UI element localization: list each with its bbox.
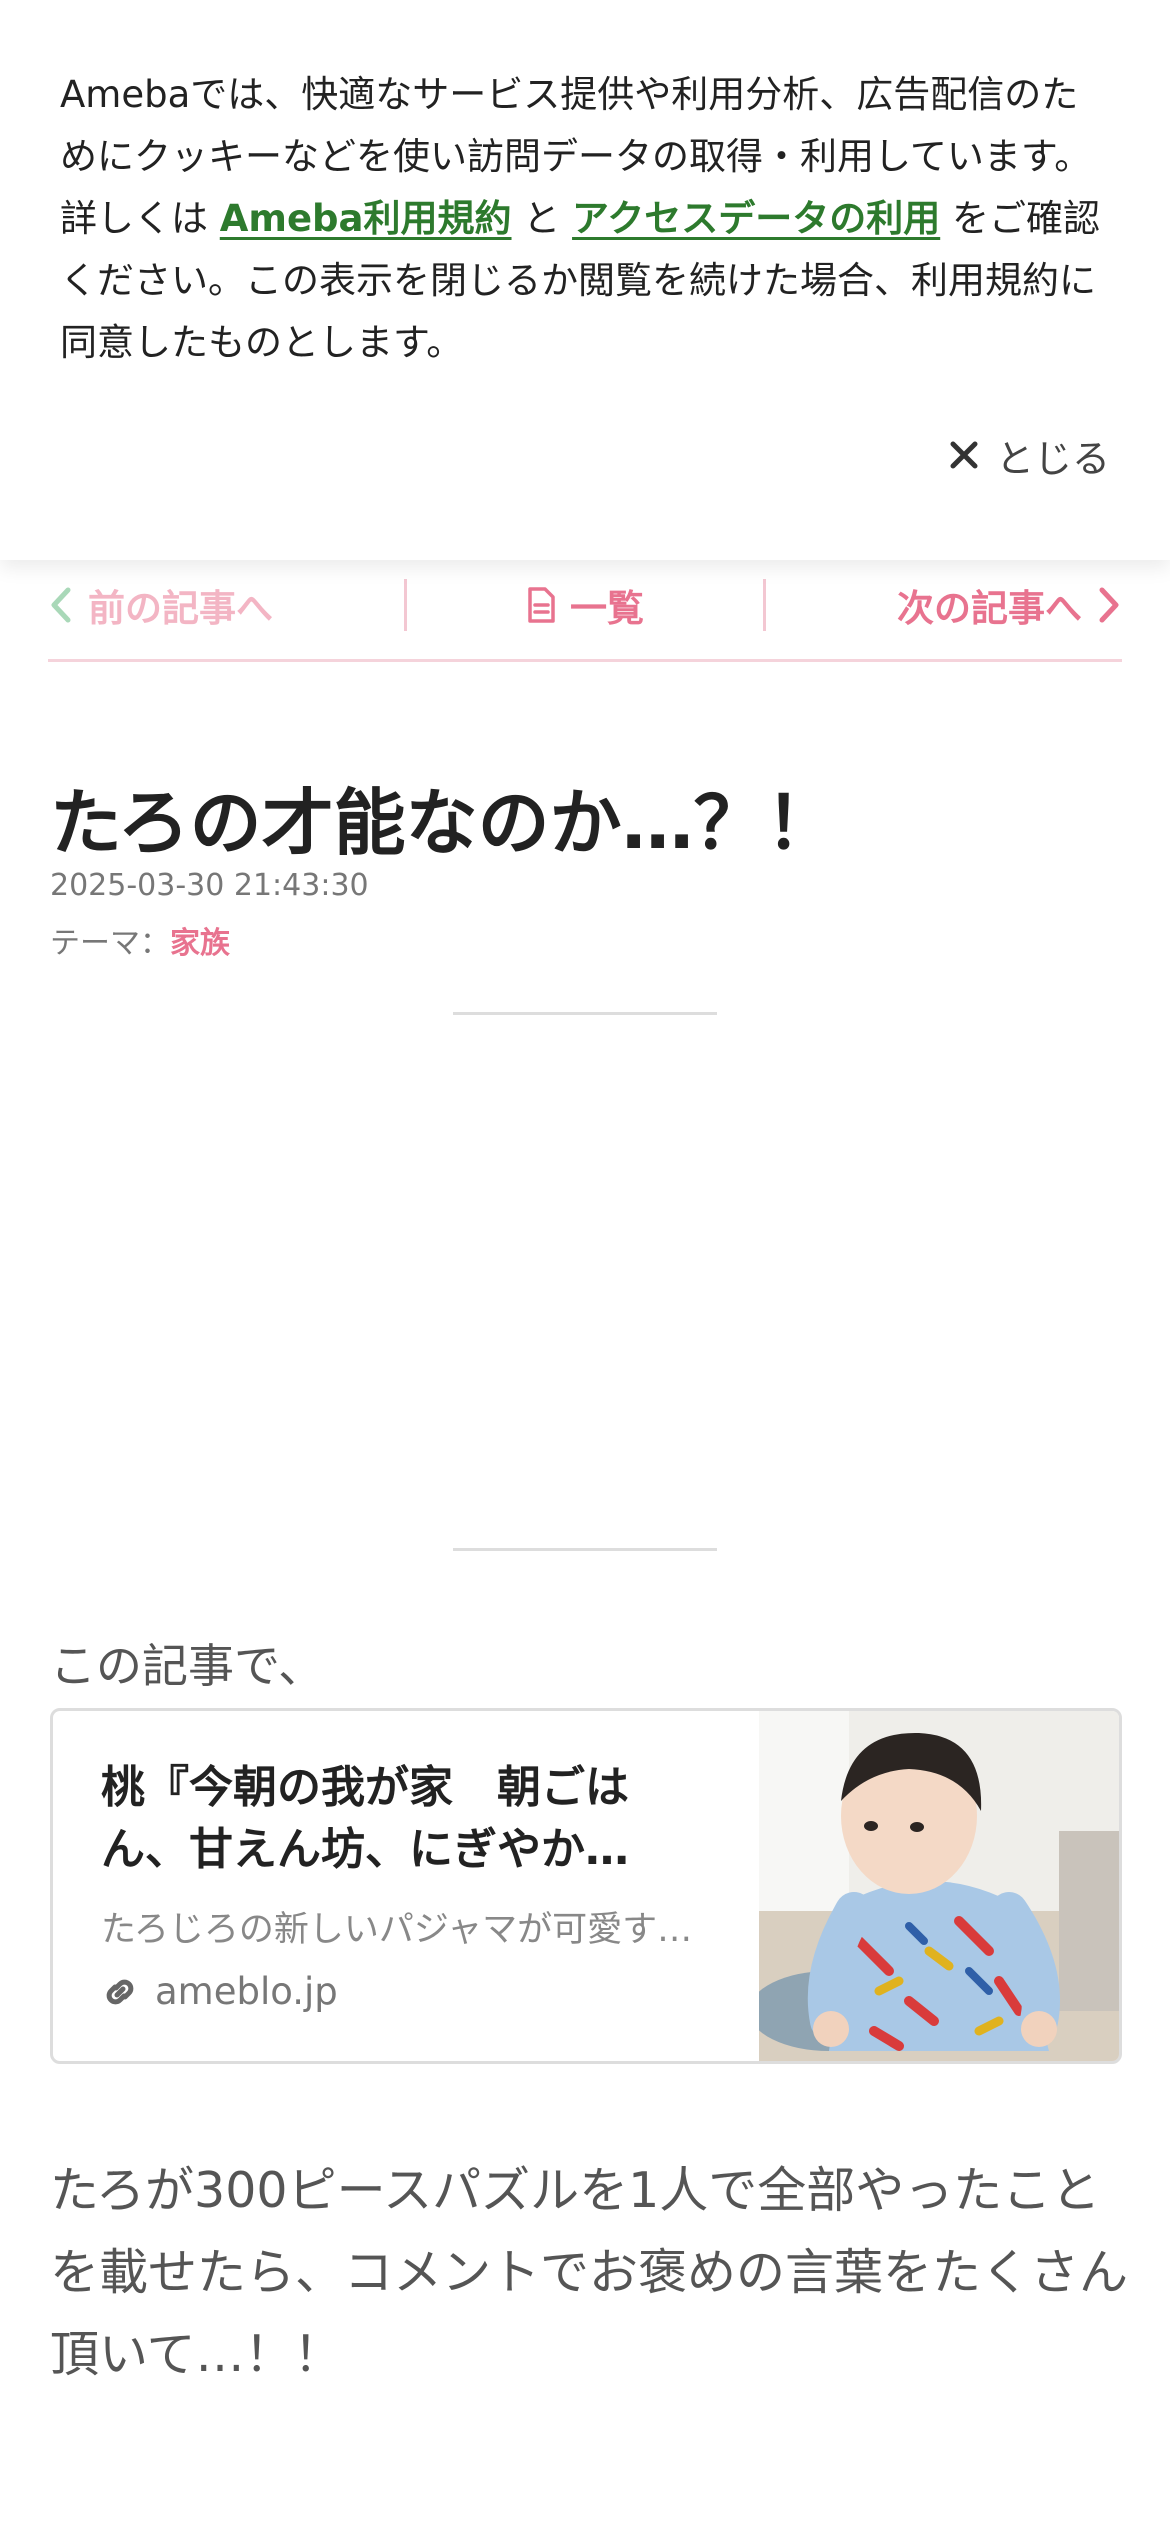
link-icon <box>106 1979 134 2004</box>
prev-article-label: 前の記事へ <box>88 586 273 630</box>
article-intro: この記事で、 <box>50 1639 325 1693</box>
chevron-left-icon <box>51 587 71 622</box>
cookie-connector: と <box>523 197 561 240</box>
link-card-body: 桃『今朝の我が家 朝ごはん、甘えん坊、にぎやか… たろじろの新しいパジャマが可愛… <box>53 1711 759 2061</box>
next-article-label: 次の記事へ <box>897 586 1082 630</box>
close-icon <box>950 441 978 469</box>
next-article-link[interactable]: 次の記事へ <box>766 578 1122 632</box>
link-card-thumbnail <box>759 1711 1119 2061</box>
cookie-close-button[interactable]: とじる <box>948 420 1110 490</box>
child-photo-image <box>759 1711 1119 2061</box>
link-card-description: たろじろの新しいパジャマが可愛す… <box>101 1910 693 1950</box>
ad-divider-top <box>453 1012 717 1015</box>
cookie-message: Amebaでは、快適なサービス提供や利用分析、広告配信のためにクッキーなどを使い… <box>60 64 1110 374</box>
page: Amebaでは、快適なサービス提供や利用分析、広告配信のためにクッキーなどを使い… <box>0 0 1170 2532</box>
article-theme: テーマ：家族 <box>50 918 230 962</box>
prev-article-link[interactable]: 前の記事へ <box>48 578 404 632</box>
article-nav: 前の記事へ 一覧 次の記事へ <box>48 550 1122 662</box>
cookie-banner: Amebaでは、快適なサービス提供や利用分析、広告配信のためにクッキーなどを使い… <box>0 0 1170 560</box>
link-card-title: 桃『今朝の我が家 朝ごはん、甘えん坊、にぎやか… <box>101 1762 629 1875</box>
chevron-right-icon <box>1099 587 1119 622</box>
article-list-link[interactable]: 一覧 <box>407 578 763 632</box>
ad-divider-bottom <box>453 1548 717 1551</box>
link-card-domain-label: ameblo.jp <box>155 1970 338 2013</box>
article-list-label: 一覧 <box>570 586 644 630</box>
terms-link[interactable]: Ameba利用規約 <box>220 197 512 240</box>
theme-link[interactable]: 家族 <box>170 926 230 961</box>
article-date: 2025-03-30 21:43:30 <box>50 868 369 903</box>
link-card[interactable]: 桃『今朝の我が家 朝ごはん、甘えん坊、にぎやか… たろじろの新しいパジャマが可愛… <box>50 1708 1122 2064</box>
document-icon <box>528 586 555 623</box>
cookie-close-label: とじる <box>995 436 1110 481</box>
article-title: たろの才能なのか…？！ <box>50 781 838 866</box>
access-data-link[interactable]: アクセスデータの利用 <box>572 197 940 240</box>
theme-prefix: テーマ： <box>50 926 170 961</box>
article-body: たろが300ピースパズルを1人で全部やったことを載せたら、コメントでお褒めの言葉… <box>50 2162 1129 2383</box>
link-card-domain: ameblo.jp <box>101 1970 709 2013</box>
